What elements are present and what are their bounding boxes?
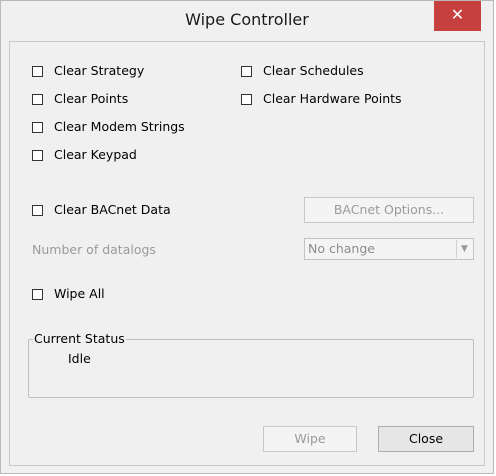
clear-points-label: Clear Points <box>54 91 129 106</box>
datalogs-selected-value: No change <box>308 241 375 256</box>
datalogs-select[interactable]: No change ▼ <box>304 238 474 260</box>
window-close-button[interactable]: ✕ <box>434 1 481 31</box>
clear-bacnet-data-label: Clear BACnet Data <box>54 202 171 217</box>
checkbox-icon[interactable] <box>32 65 43 77</box>
clear-strategy-checkbox[interactable]: Clear Strategy <box>32 63 144 79</box>
checkbox-icon[interactable] <box>32 93 43 105</box>
checkbox-icon[interactable] <box>32 288 43 300</box>
clear-keypad-checkbox[interactable]: Clear Keypad <box>32 147 137 163</box>
clear-modem-strings-checkbox[interactable]: Clear Modem Strings <box>32 119 185 135</box>
wipe-all-label: Wipe All <box>54 286 105 301</box>
current-status-group: Current Status Idle <box>28 331 474 398</box>
chevron-down-icon[interactable]: ▼ <box>456 240 472 258</box>
clear-points-checkbox[interactable]: Clear Points <box>32 91 128 107</box>
clear-schedules-label: Clear Schedules <box>263 63 364 78</box>
clear-schedules-checkbox[interactable]: Clear Schedules <box>241 63 364 79</box>
current-status-value: Idle <box>68 351 91 366</box>
close-button[interactable]: Close <box>378 426 474 452</box>
bacnet-options-button[interactable]: BACnet Options... <box>304 197 474 223</box>
wipe-all-checkbox[interactable]: Wipe All <box>32 286 105 302</box>
wipe-button[interactable]: Wipe <box>263 426 357 452</box>
checkbox-icon[interactable] <box>241 65 252 77</box>
clear-strategy-label: Clear Strategy <box>54 63 145 78</box>
title-bar[interactable]: Wipe Controller ✕ <box>1 1 493 41</box>
clear-hardware-points-label: Clear Hardware Points <box>263 91 402 106</box>
clear-bacnet-data-checkbox[interactable]: Clear BACnet Data <box>32 202 171 218</box>
checkbox-icon[interactable] <box>32 204 43 216</box>
checkbox-icon[interactable] <box>32 149 43 161</box>
clear-modem-strings-label: Clear Modem Strings <box>54 119 185 134</box>
clear-keypad-label: Clear Keypad <box>54 147 137 162</box>
dialog-content: Clear Strategy Clear Points Clear Modem … <box>9 41 485 466</box>
close-icon: ✕ <box>450 5 465 24</box>
clear-hardware-points-checkbox[interactable]: Clear Hardware Points <box>241 91 475 107</box>
wipe-controller-dialog: Wipe Controller ✕ Clear Strategy Clear P… <box>0 0 494 474</box>
current-status-caption: Current Status <box>33 331 126 346</box>
datalogs-label: Number of datalogs <box>32 242 156 257</box>
checkbox-icon[interactable] <box>32 121 43 133</box>
checkbox-icon[interactable] <box>241 93 252 105</box>
window-title: Wipe Controller <box>185 10 309 29</box>
